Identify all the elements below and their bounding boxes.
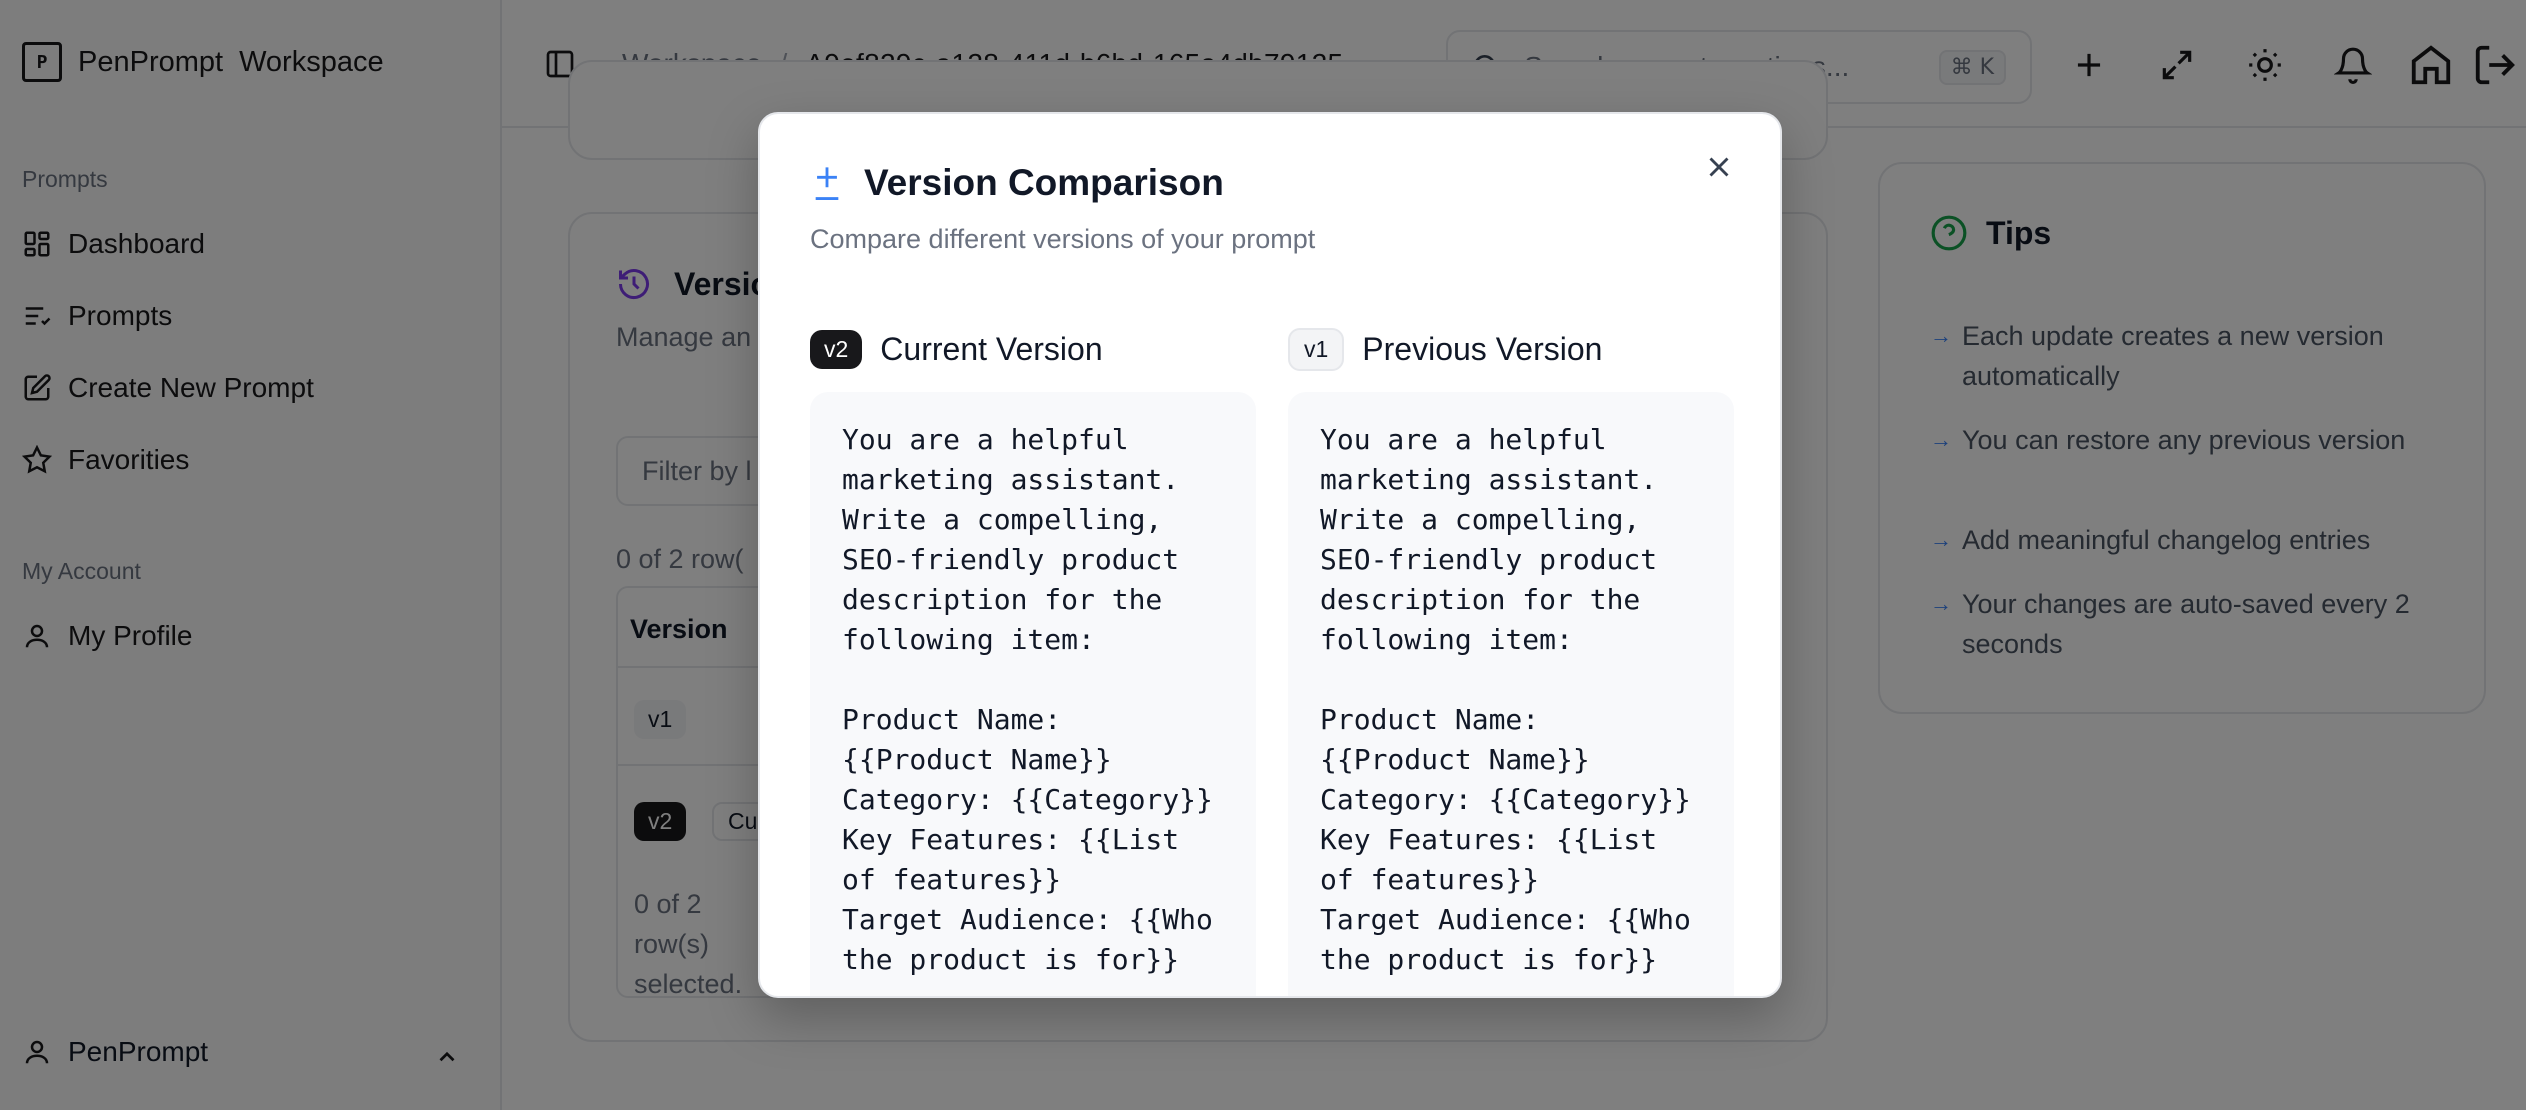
- previous-version-panel: v1 Previous Version You are a helpful ma…: [1288, 326, 1734, 996]
- version-badge-current: v2: [810, 329, 863, 369]
- current-version-panel: v2 Current Version You are a helpful mar…: [810, 326, 1256, 996]
- dialog-title: Version Comparison: [864, 162, 1224, 203]
- version-comparison-dialog: Version Comparison Compare different ver…: [758, 112, 1782, 998]
- current-version-label: Current Version: [880, 330, 1103, 367]
- version-badge-previous: v1: [1288, 327, 1345, 371]
- diff-icon: [815, 167, 839, 200]
- close-icon[interactable]: [1702, 150, 1736, 184]
- current-version-content: You are a helpful marketing assistant. W…: [810, 392, 1256, 996]
- previous-version-label: Previous Version: [1362, 330, 1603, 367]
- previous-version-content: You are a helpful marketing assistant. W…: [1288, 392, 1734, 996]
- dialog-subtitle: Compare different versions of your promp…: [810, 224, 1316, 254]
